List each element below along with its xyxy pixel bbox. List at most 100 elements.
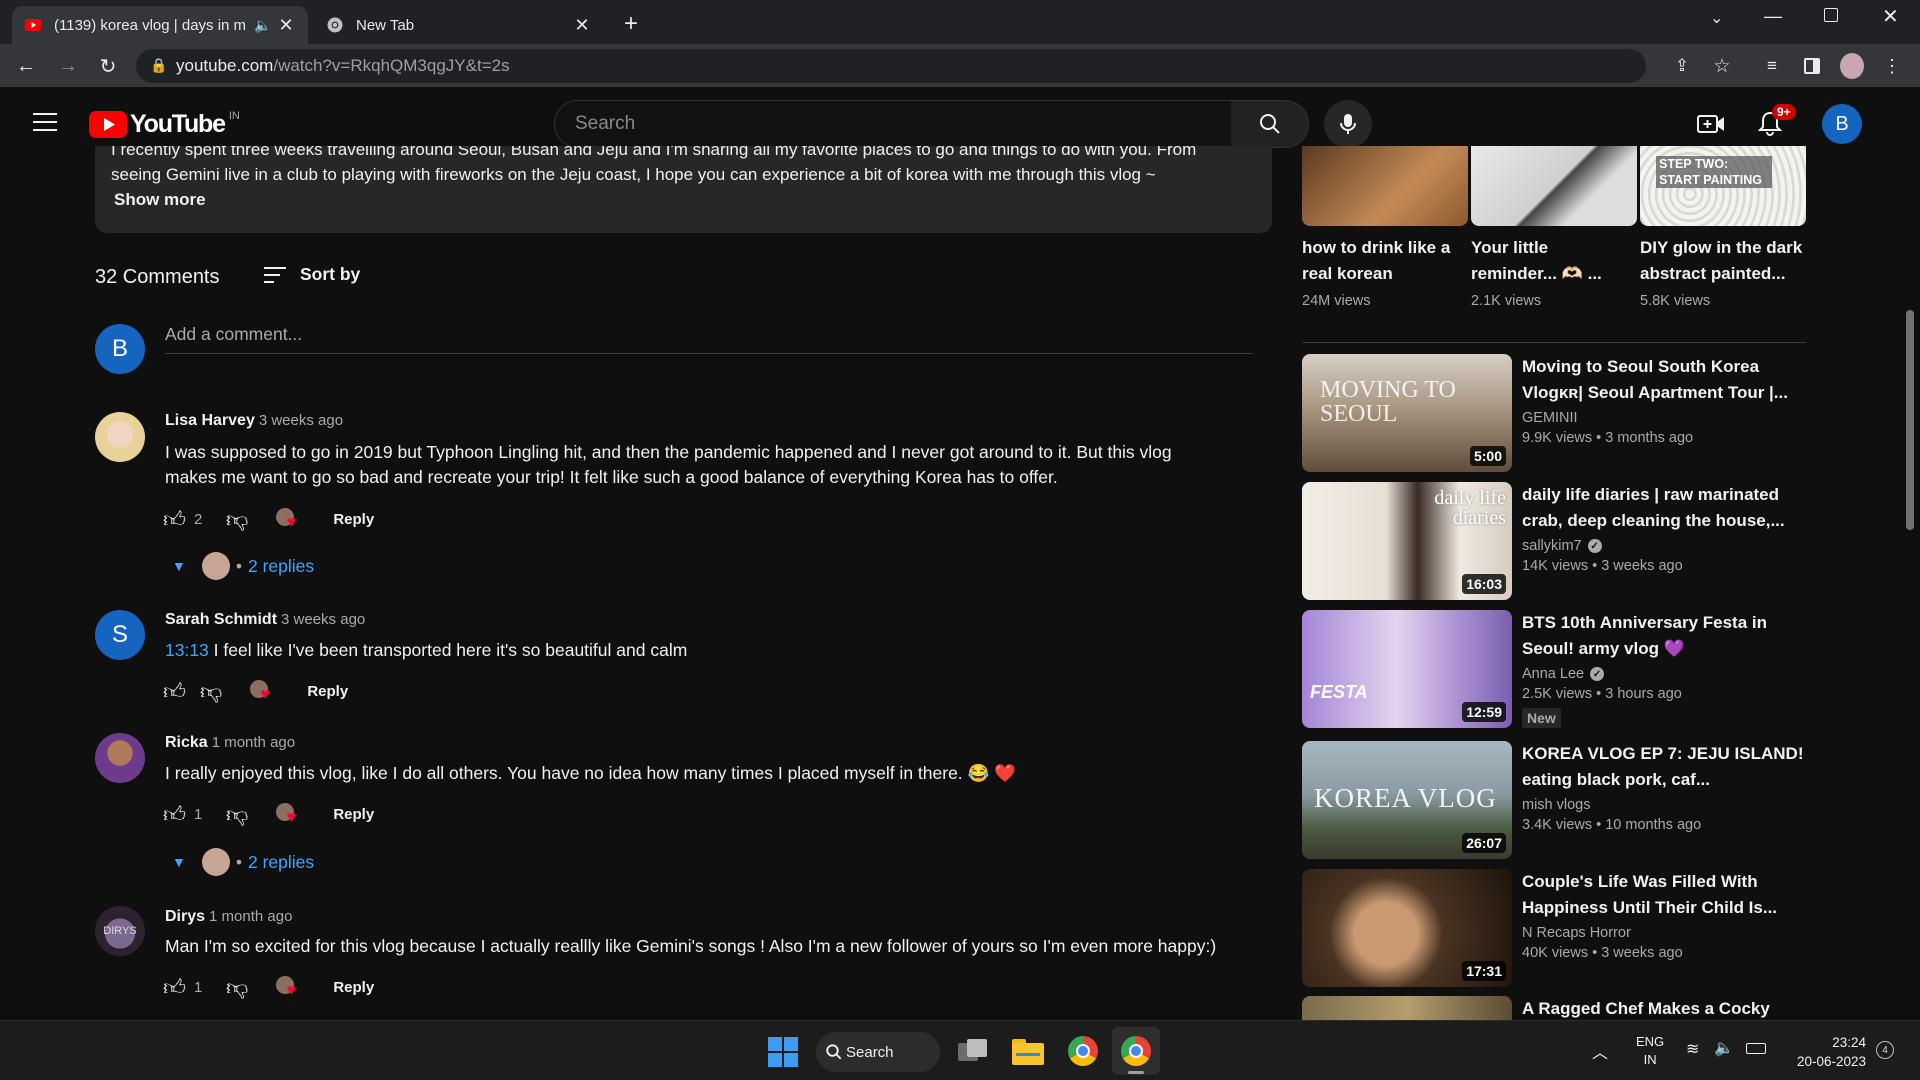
comment-author[interactable]: Dirys	[165, 908, 205, 925]
view-replies-button[interactable]: ▼ • 2 replies	[172, 552, 314, 580]
tab-search-chevron-icon[interactable]: ⌄	[1710, 8, 1723, 28]
recommended-video[interactable]: 17:31 Couple's Life Was Filled With Happ…	[1302, 869, 1808, 989]
short-title[interactable]: DIY glow in the dark abstract painted...	[1640, 235, 1806, 287]
comment-author[interactable]: Ricka	[165, 734, 208, 751]
like-thumb-icon[interactable]: 👍︎	[163, 506, 186, 533]
view-replies-button[interactable]: ▼ • 2 replies	[172, 848, 314, 876]
short-card[interactable]: how to drink like a real korean 24M view…	[1302, 146, 1468, 309]
wifi-icon[interactable]: ≋	[1686, 1039, 1699, 1059]
back-arrow-icon[interactable]: ←	[14, 54, 38, 78]
account-avatar[interactable]: B	[1822, 104, 1862, 144]
minimize-button[interactable]: —	[1764, 6, 1782, 27]
dislike-thumb-icon[interactable]: 👎︎	[226, 974, 248, 1001]
comment-author-avatar[interactable]: S	[95, 610, 145, 660]
show-more-button[interactable]: Show more	[114, 187, 1256, 212]
language-indicator[interactable]: ENG IN	[1636, 1033, 1664, 1069]
video-title[interactable]: daily life diaries | raw marinated crab,…	[1522, 482, 1808, 534]
channel-name[interactable]: GEMINII	[1522, 410, 1808, 426]
channel-name[interactable]: sallykim7 ✓	[1522, 538, 1808, 554]
video-thumbnail[interactable]: 17:31	[1302, 869, 1512, 987]
recommended-video[interactable]: KOREA VLOG 26:07 KOREA VLOG EP 7: JEJU I…	[1302, 741, 1808, 861]
video-title[interactable]: KOREA VLOG EP 7: JEJU ISLAND! eating bla…	[1522, 741, 1808, 793]
add-comment-input[interactable]: Add a comment...	[165, 324, 1252, 354]
reload-icon[interactable]: ↻	[96, 54, 120, 78]
file-explorer-icon[interactable]	[1012, 1039, 1044, 1065]
short-thumbnail[interactable]	[1471, 146, 1637, 226]
speaker-icon[interactable]: 🔈	[254, 17, 276, 34]
comment-time[interactable]: 1 month ago	[212, 734, 295, 751]
comment-time[interactable]: 1 month ago	[209, 908, 292, 925]
forward-arrow-icon[interactable]: →	[56, 54, 80, 78]
tab-youtube[interactable]: (1139) korea vlog | days in m 🔈 ✕	[12, 6, 308, 44]
search-input[interactable]: Search	[554, 100, 1232, 148]
channel-name[interactable]: mish vlogs	[1522, 797, 1808, 813]
address-bar[interactable]: 🔒 youtube.com/watch?v=RkqhQM3qgJY&t=2s	[136, 49, 1646, 83]
battery-icon[interactable]	[1746, 1043, 1766, 1054]
windows-start-icon[interactable]	[768, 1037, 798, 1067]
channel-name[interactable]: N Recaps Horror	[1522, 925, 1808, 941]
short-thumbnail[interactable]	[1302, 146, 1468, 226]
tab-new-tab[interactable]: New Tab ✕	[314, 6, 604, 44]
new-tab-button[interactable]: +	[624, 10, 638, 38]
comment-time[interactable]: 3 weeks ago	[281, 611, 365, 628]
video-title[interactable]: A Ragged Chef Makes a Cocky	[1522, 996, 1808, 1020]
short-card[interactable]: Your little reminder... 🫶🏻 ... 2.1K view…	[1471, 146, 1637, 309]
media-control-icon[interactable]: ≡	[1760, 54, 1784, 78]
reply-button[interactable]: Reply	[333, 511, 374, 528]
show-hidden-icons-chevron[interactable]: ︿	[1592, 1039, 1608, 1063]
comment-time[interactable]: 3 weeks ago	[259, 412, 343, 429]
sort-by-button[interactable]: Sort by	[263, 264, 360, 285]
menu-kebab-icon[interactable]: ⋮	[1880, 54, 1904, 78]
like-thumb-icon[interactable]: 👍︎	[163, 678, 186, 705]
like-thumb-icon[interactable]: 👍︎	[163, 974, 186, 1001]
dislike-thumb-icon[interactable]: 👎︎	[200, 678, 222, 705]
video-title[interactable]: BTS 10th Anniversary Festa in Seoul! arm…	[1522, 610, 1808, 662]
video-title[interactable]: Moving to Seoul South Korea Vlogᴋʀ| Seou…	[1522, 354, 1808, 406]
clock[interactable]: 23:24 20-06-2023	[1782, 1033, 1866, 1071]
dislike-thumb-icon[interactable]: 👎︎	[226, 506, 248, 533]
share-icon[interactable]: ⇪	[1670, 54, 1694, 78]
volume-icon[interactable]: 🔈	[1714, 1038, 1734, 1058]
comment-author-avatar[interactable]	[95, 412, 145, 462]
reply-button[interactable]: Reply	[333, 979, 374, 996]
close-window-button[interactable]: ✕	[1882, 4, 1899, 29]
notification-count-badge[interactable]: 4	[1876, 1041, 1894, 1059]
create-video-button[interactable]	[1697, 112, 1725, 141]
taskbar-search[interactable]: Search	[816, 1032, 940, 1072]
recommended-video[interactable]: A Ragged Chef Makes a Cocky	[1302, 996, 1808, 1020]
reply-button[interactable]: Reply	[307, 683, 348, 700]
chrome-active-taskbar-button[interactable]	[1112, 1027, 1160, 1075]
youtube-logo[interactable]: YouTube IN	[89, 110, 240, 139]
timestamp-link[interactable]: 13:13	[165, 640, 209, 660]
comment-author-avatar[interactable]	[95, 733, 145, 783]
video-thumbnail[interactable]: MOVING TO SEOUL 5:00	[1302, 354, 1512, 472]
restore-button[interactable]	[1824, 8, 1838, 22]
chrome-taskbar-icon[interactable]	[1068, 1036, 1098, 1066]
channel-name[interactable]: Anna Lee ✓	[1522, 666, 1808, 682]
profile-avatar[interactable]	[1840, 53, 1864, 79]
recommended-video[interactable]: MOVING TO SEOUL 5:00 Moving to Seoul Sou…	[1302, 354, 1808, 474]
video-title[interactable]: Couple's Life Was Filled With Happiness …	[1522, 869, 1808, 921]
short-card[interactable]: STEP TWO: START PAINTING DIY glow in the…	[1640, 146, 1806, 309]
comment-author[interactable]: Lisa Harvey	[165, 412, 255, 429]
video-thumbnail[interactable]: daily life diaries 16:03	[1302, 482, 1512, 600]
recommended-video[interactable]: FESTA 12:59 BTS 10th Anniversary Festa i…	[1302, 610, 1808, 730]
short-title[interactable]: Your little reminder... 🫶🏻 ...	[1471, 235, 1637, 287]
video-thumbnail[interactable]: KOREA VLOG 26:07	[1302, 741, 1512, 859]
close-tab-icon[interactable]: ✕	[572, 15, 592, 36]
page-scrollbar-thumb[interactable]	[1906, 310, 1914, 530]
notifications-button[interactable]: 9+	[1757, 104, 1796, 141]
dislike-thumb-icon[interactable]: 👎︎	[226, 801, 248, 828]
reply-button[interactable]: Reply	[333, 806, 374, 823]
short-title[interactable]: how to drink like a real korean	[1302, 235, 1468, 287]
recommended-video[interactable]: daily life diaries 16:03 daily life diar…	[1302, 482, 1808, 602]
search-button[interactable]	[1231, 100, 1309, 148]
comment-author-avatar[interactable]: DIRYS	[95, 906, 145, 956]
video-thumbnail[interactable]	[1302, 996, 1512, 1020]
bookmark-star-icon[interactable]: ☆	[1710, 54, 1734, 78]
task-view-icon[interactable]	[958, 1037, 988, 1065]
close-tab-icon[interactable]: ✕	[276, 15, 296, 36]
comment-author[interactable]: Sarah Schmidt	[165, 611, 277, 628]
like-thumb-icon[interactable]: 👍︎	[163, 801, 186, 828]
lock-icon[interactable]: 🔒	[150, 57, 167, 74]
